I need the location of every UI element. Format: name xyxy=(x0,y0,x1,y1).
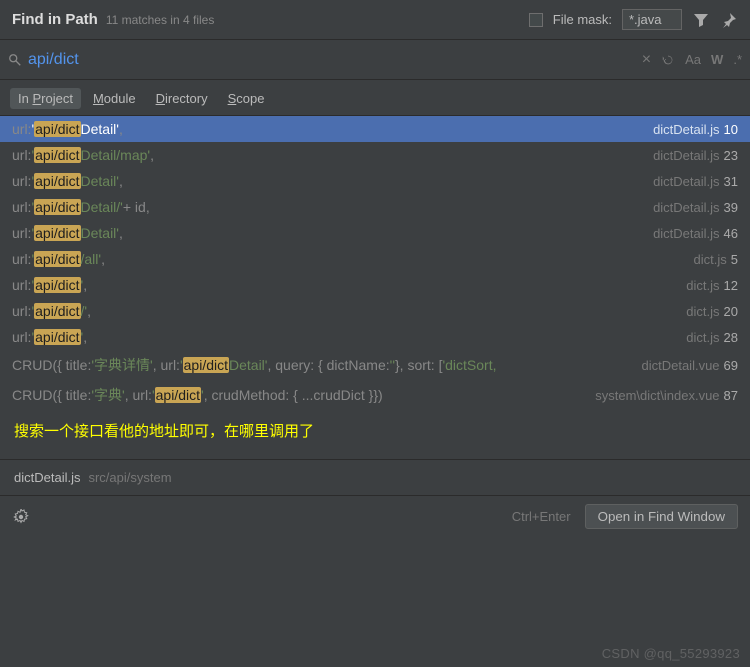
search-row: × Aa W .* xyxy=(0,40,750,80)
result-row[interactable]: url: 'api/dict/all',dict.js5 xyxy=(0,246,750,272)
watermark: CSDN @qq_55293923 xyxy=(602,646,740,661)
search-input[interactable] xyxy=(28,51,642,69)
scope-tabs: In ProjectModuleDirectoryScope xyxy=(0,80,750,116)
clear-icon[interactable]: × xyxy=(642,51,651,69)
filemask-label: File mask: xyxy=(553,12,612,27)
tab-inproject[interactable]: In Project xyxy=(10,88,81,109)
match-count: 11 matches in 4 files xyxy=(106,13,215,27)
result-row[interactable]: url: 'api/dict',dict.js12 xyxy=(0,272,750,298)
dialog-header: Find in Path 11 matches in 4 files File … xyxy=(0,0,750,40)
result-row[interactable]: url: 'api/dict',dict.js28 xyxy=(0,324,750,350)
shortcut-hint: Ctrl+Enter xyxy=(512,509,571,524)
preview-file-name: dictDetail.js xyxy=(14,470,80,485)
result-row[interactable]: CRUD({ title: '字典详情', url: 'api/dictDeta… xyxy=(0,350,750,380)
result-row[interactable]: CRUD({ title: '字典', url: 'api/dict', cru… xyxy=(0,380,750,410)
result-row[interactable]: url: 'api/dictDetail',dictDetail.js46 xyxy=(0,220,750,246)
gear-icon[interactable] xyxy=(12,508,30,526)
pin-icon[interactable] xyxy=(720,11,738,29)
result-row[interactable]: url: 'api/dictDetail',dictDetail.js10 xyxy=(0,116,750,142)
history-icon[interactable] xyxy=(661,53,675,67)
tab-directory[interactable]: Directory xyxy=(148,88,216,109)
dialog-footer: Ctrl+Enter Open in Find Window xyxy=(0,496,750,537)
results-list: url: 'api/dictDetail',dictDetail.js10url… xyxy=(0,116,750,410)
whole-word-toggle[interactable]: W xyxy=(711,52,723,67)
tab-module[interactable]: Module xyxy=(85,88,144,109)
open-in-find-window-button[interactable]: Open in Find Window xyxy=(585,504,738,529)
match-case-toggle[interactable]: Aa xyxy=(685,52,701,67)
result-row[interactable]: url: 'api/dict/',dict.js20 xyxy=(0,298,750,324)
preview-file-bar: dictDetail.js src/api/system xyxy=(0,460,750,496)
filemask-checkbox[interactable] xyxy=(529,13,543,27)
regex-toggle[interactable]: .* xyxy=(733,52,742,67)
result-row[interactable]: url: 'api/dictDetail/map',dictDetail.js2… xyxy=(0,142,750,168)
result-row[interactable]: url: 'api/dictDetail/' + id,dictDetail.j… xyxy=(0,194,750,220)
annotation-text: 搜索一个接口看他的地址即可，在哪里调用了 xyxy=(0,410,750,451)
filemask-input[interactable] xyxy=(622,9,682,30)
preview-file-path: src/api/system xyxy=(88,470,171,485)
search-icon xyxy=(8,53,22,67)
dialog-title: Find in Path xyxy=(12,11,98,28)
filter-icon[interactable] xyxy=(692,11,710,29)
result-row[interactable]: url: 'api/dictDetail',dictDetail.js31 xyxy=(0,168,750,194)
tab-scope[interactable]: Scope xyxy=(220,88,273,109)
